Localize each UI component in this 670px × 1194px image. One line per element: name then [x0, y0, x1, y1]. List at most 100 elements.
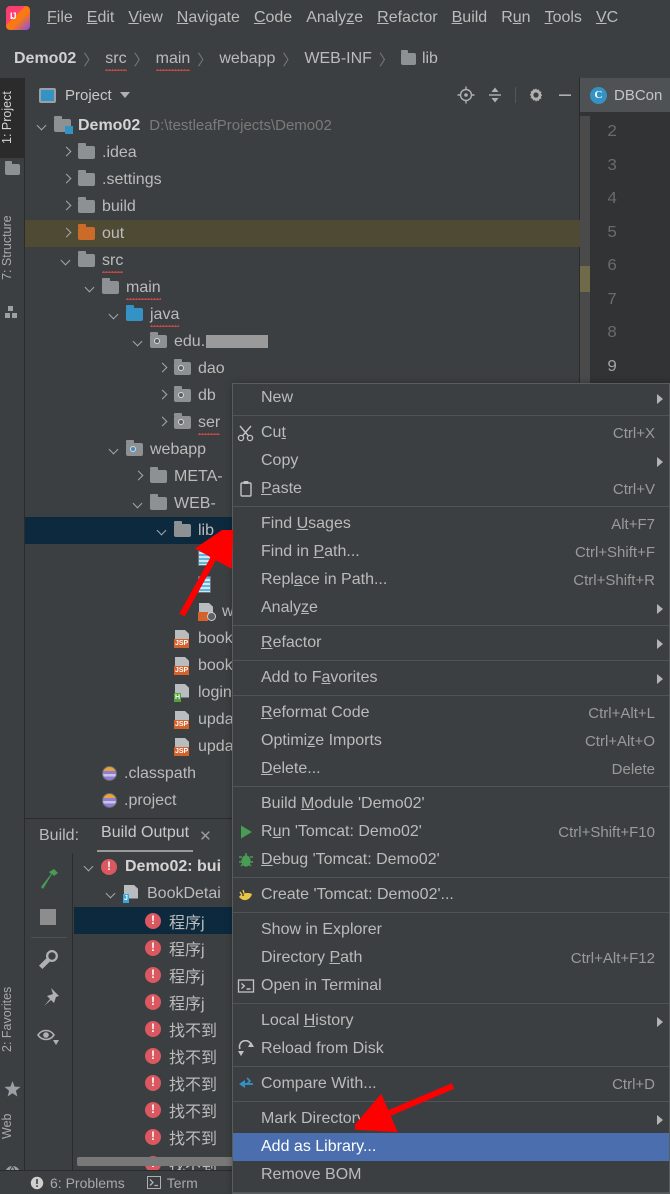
context-menu-item-add-as-library[interactable]: Add as Library... — [233, 1133, 669, 1161]
context-menu-item-copy[interactable]: Copy — [233, 447, 669, 475]
chevron-right-icon[interactable] — [157, 390, 168, 401]
context-menu-item-open-in-terminal[interactable]: Open in Terminal — [233, 972, 669, 1000]
menubar-item-run[interactable]: Run — [494, 7, 537, 29]
stop-icon[interactable] — [25, 897, 73, 935]
context-menu-item-create-tomcat-demo02[interactable]: Create 'Tomcat: Demo02'... — [233, 881, 669, 909]
pin-icon[interactable] — [25, 978, 73, 1016]
breadcrumb-item-webapp[interactable]: webapp — [219, 50, 275, 68]
chevron-down-icon[interactable] — [109, 444, 120, 455]
tree-row[interactable]: src — [25, 247, 580, 274]
chevron-right-icon[interactable] — [157, 363, 168, 374]
project-panel-title: Project — [65, 86, 112, 104]
menubar-item-refactor[interactable]: Refactor — [370, 7, 444, 29]
chevron-right-icon[interactable] — [61, 174, 72, 185]
editor-scrollbar[interactable] — [580, 116, 590, 416]
chevron-down-icon[interactable] — [37, 120, 48, 131]
context-menu-item-add-to-favorites[interactable]: Add to Favorites — [233, 664, 669, 692]
chevron-right-icon[interactable] — [133, 471, 144, 482]
breadcrumb-item-src[interactable]: src — [105, 50, 127, 71]
breadcrumb-separator: 〉 — [378, 51, 394, 69]
chevron-down-icon[interactable] — [61, 255, 72, 266]
tree-row[interactable]: .idea — [25, 139, 580, 166]
chevron-right-icon[interactable] — [61, 201, 72, 212]
chevron-down-icon[interactable] — [133, 498, 144, 509]
chevron-down-icon[interactable] — [106, 888, 117, 899]
context-menu-item-refactor[interactable]: Refactor — [233, 629, 669, 657]
context-menu-item-show-in-explorer[interactable]: Show in Explorer — [233, 916, 669, 944]
chevron-down-icon[interactable] — [133, 336, 144, 347]
context-menu-item-compare-with[interactable]: Compare With... Ctrl+D — [233, 1070, 669, 1098]
context-menu-item-build-module-demo02[interactable]: Build Module 'Demo02' — [233, 790, 669, 818]
context-menu-item-shortcut: Ctrl+V — [612, 480, 655, 498]
chevron-down-icon[interactable] — [84, 861, 95, 872]
editor-tab-dbcon[interactable]: C DBCon — [580, 78, 670, 112]
context-menu-item-find-in-path[interactable]: Find in Path... Ctrl+Shift+F — [233, 538, 669, 566]
context-menu-item-delete[interactable]: Delete... Delete — [233, 755, 669, 783]
context-menu-item-find-usages[interactable]: Find Usages Alt+F7 — [233, 510, 669, 538]
context-menu-item-directory-path[interactable]: Directory Path Ctrl+Alt+F12 — [233, 944, 669, 972]
context-menu-item-analyze[interactable]: Analyze — [233, 594, 669, 622]
chevron-right-icon[interactable] — [61, 228, 72, 239]
breadcrumb-item-demo02[interactable]: Demo02 — [14, 50, 76, 68]
context-menu-item-run-tomcat-demo02[interactable]: Run 'Tomcat: Demo02' Ctrl+Shift+F10 — [233, 818, 669, 846]
menubar-item-analyze[interactable]: Analyze — [299, 7, 370, 29]
menubar-item-edit[interactable]: Edit — [80, 7, 122, 29]
sidebar-item-favorites[interactable]: 2: Favorites — [0, 964, 25, 1074]
tab-build-output[interactable]: Build Output — [97, 824, 194, 852]
tree-row[interactable]: main — [25, 274, 580, 301]
breadcrumb-item-main[interactable]: main — [155, 50, 190, 71]
sidebar-item-project[interactable]: 1: Project — [0, 78, 25, 158]
context-menu-item-label: Add to Favorites — [261, 669, 378, 686]
context-menu-item-reload-from-disk[interactable]: Reload from Disk — [233, 1035, 669, 1063]
build-horizontal-scrollbar[interactable] — [77, 1157, 247, 1166]
chevron-down-icon[interactable] — [119, 92, 130, 98]
chevron-down-icon[interactable] — [85, 282, 96, 293]
context-menu-item-new[interactable]: New — [233, 384, 669, 412]
breadcrumb-item-lib[interactable]: lib — [400, 50, 438, 68]
context-menu-item-mark-directory-as[interactable]: Mark Directory as — [233, 1105, 669, 1133]
locate-icon[interactable] — [457, 86, 475, 104]
menubar-item-code[interactable]: Code — [247, 7, 299, 29]
chevron-right-icon[interactable] — [157, 417, 168, 428]
breadcrumb[interactable]: Demo02 〉 src 〉 main 〉 webapp 〉 WEB-INF 〉 lib — [0, 44, 670, 74]
menubar-item-file[interactable]: File — [40, 7, 80, 29]
context-menu-item-debug-tomcat-demo02[interactable]: Debug 'Tomcat: Demo02' — [233, 846, 669, 874]
chevron-down-icon[interactable] — [109, 309, 120, 320]
tree-row[interactable]: edu. — [25, 328, 580, 355]
context-menu-item-optimize-imports[interactable]: Optimize Imports Ctrl+Alt+O — [233, 727, 669, 755]
eye-icon[interactable] — [25, 1016, 73, 1054]
menubar-item-build[interactable]: Build — [445, 7, 495, 29]
context-menu-item-remove-bom[interactable]: Remove BOM — [233, 1161, 669, 1189]
menubar-item-tools[interactable]: Tools — [538, 7, 589, 29]
menubar-item-view[interactable]: View — [121, 7, 169, 29]
collapse-all-icon[interactable] — [486, 86, 504, 104]
sidebar-item-structure[interactable]: 7: Structure — [0, 198, 25, 298]
menubar-item-navigate[interactable]: Navigate — [170, 7, 247, 29]
context-menu-item-replace-in-path[interactable]: Replace in Path... Ctrl+Shift+R — [233, 566, 669, 594]
context-menu-item-cut[interactable]: Cut Ctrl+X — [233, 419, 669, 447]
tree-row[interactable]: dao — [25, 355, 580, 382]
tree-row[interactable]: .settings — [25, 166, 580, 193]
build-icon[interactable] — [25, 859, 73, 897]
menubar-item-vc[interactable]: VC — [589, 7, 625, 29]
context-menu-item-paste[interactable]: Paste Ctrl+V — [233, 475, 669, 503]
tree-row[interactable]: out — [25, 220, 580, 247]
context-menu-item-reformat-code[interactable]: Reformat Code Ctrl+Alt+L — [233, 699, 669, 727]
tree-row[interactable]: java — [25, 301, 580, 328]
tree-row[interactable]: Demo02 D:\testleafProjects\Demo02 — [25, 112, 580, 139]
tree-row[interactable]: build — [25, 193, 580, 220]
wrench-icon[interactable] — [25, 940, 73, 978]
chevron-right-icon[interactable] — [61, 147, 72, 158]
sidebar-item-web[interactable]: Web — [0, 1099, 25, 1154]
chevron-down-icon[interactable] — [157, 525, 168, 536]
minimize-icon[interactable] — [556, 86, 574, 104]
breadcrumb-item-web-inf[interactable]: WEB-INF — [304, 50, 372, 68]
status-terminal[interactable]: Term — [146, 1175, 198, 1191]
close-icon[interactable]: ✕ — [199, 827, 212, 845]
context-menu[interactable]: New Cut Ctrl+X Copy Paste Ctrl+V Find Usages Al… — [232, 383, 670, 1194]
gear-icon[interactable] — [527, 86, 545, 104]
context-menu-item-local-history[interactable]: Local History — [233, 1007, 669, 1035]
status-problems[interactable]: 6: Problems — [30, 1175, 125, 1191]
